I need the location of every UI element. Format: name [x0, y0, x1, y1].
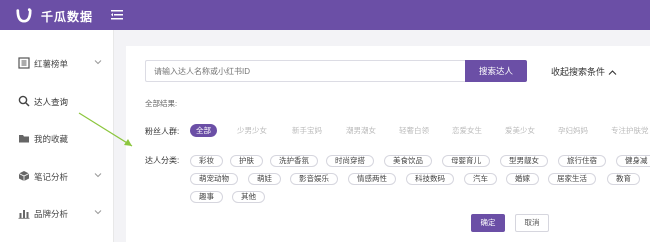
fans-option[interactable]: 潮男潮女 [340, 124, 382, 137]
category-chip[interactable]: 科技数码 [406, 173, 454, 185]
category-chip[interactable]: 教育 [607, 173, 640, 185]
category-chip[interactable]: 健身减 [616, 155, 650, 167]
search-panel: 搜索达人 收起搜索条件 全部结果: 粉丝人群: 全部 少男少女 新手宝妈 潮男潮… [126, 46, 650, 242]
bar-chart-icon [18, 210, 30, 219]
category-chip[interactable]: 影音娱乐 [290, 173, 338, 185]
category-chip[interactable]: 居家生活 [548, 173, 596, 185]
all-results-label: 全部结果: [145, 99, 178, 108]
sidebar: 红薯榜单 达人查询 我的收藏 笔记分析 品牌分析 [0, 30, 114, 242]
category-chip[interactable]: 彩妆 [190, 155, 223, 167]
sidebar-item-brand-analysis[interactable]: 品牌分析 [0, 203, 114, 223]
category-chip[interactable]: 母婴育儿 [442, 155, 490, 167]
fans-option[interactable]: 新手宝妈 [286, 124, 328, 137]
category-chip[interactable]: 萌宠动物 [190, 173, 238, 185]
logo-icon [16, 8, 32, 23]
category-chip[interactable]: 婚嫁 [506, 173, 539, 185]
sidebar-item-label: 品牌分析 [34, 209, 69, 219]
chevron-down-icon [94, 173, 102, 178]
fans-option[interactable]: 爱美少女 [499, 124, 541, 137]
main-content: 搜索达人 收起搜索条件 全部结果: 粉丝人群: 全部 少男少女 新手宝妈 潮男潮… [114, 30, 650, 242]
category-chip[interactable]: 情感两性 [348, 173, 396, 185]
fans-option[interactable]: 恋爱女生 [446, 124, 488, 137]
category-chip[interactable]: 洗护香氛 [270, 155, 318, 167]
category-chip[interactable]: 美食饮品 [384, 155, 432, 167]
category-chip[interactable]: 型男靓女 [500, 155, 548, 167]
fans-option[interactable]: 孕妇妈妈 [552, 124, 594, 137]
category-chip[interactable]: 时尚穿搭 [326, 155, 374, 167]
chevron-up-icon [608, 70, 617, 76]
sidebar-item-rankings[interactable]: 红薯榜单 [0, 53, 114, 73]
search-input[interactable] [145, 60, 465, 82]
category-chip[interactable]: 汽车 [464, 173, 497, 185]
collapse-filters-toggle[interactable]: 收起搜索条件 [551, 65, 617, 78]
search-button[interactable]: 搜索达人 [465, 60, 527, 82]
fans-option[interactable]: 专注护肤党 [605, 124, 650, 137]
confirm-button[interactable]: 确定 [471, 214, 505, 232]
category-chip[interactable]: 护肤 [230, 155, 263, 167]
chevron-down-icon [94, 60, 102, 65]
top-navigation-bar: 千瓜数据 [0, 0, 650, 30]
category-chip[interactable]: 趣事 [190, 191, 223, 203]
fans-option-all[interactable]: 全部 [190, 124, 217, 137]
sidebar-item-label: 达人查询 [34, 97, 69, 107]
cube-icon [18, 171, 30, 181]
sidebar-item-favorites[interactable]: 我的收藏 [0, 128, 114, 148]
brand-name: 千瓜数据 [41, 10, 94, 24]
sidebar-item-label: 红薯榜单 [34, 59, 69, 69]
category-chip[interactable]: 旅行住宿 [558, 155, 606, 167]
folder-icon [19, 135, 29, 143]
menu-toggle-icon[interactable] [111, 9, 123, 21]
list-icon [18, 57, 30, 69]
category-chip[interactable]: 萌娃 [248, 173, 281, 185]
cancel-button[interactable]: 取消 [515, 214, 549, 232]
category-label: 达人分类: [145, 156, 180, 165]
category-chip[interactable]: 其他 [232, 191, 265, 203]
sidebar-item-label: 我的收藏 [34, 134, 69, 144]
chevron-down-icon [94, 210, 102, 215]
fans-option[interactable]: 轻奢白领 [393, 124, 435, 137]
sidebar-item-note-analysis[interactable]: 笔记分析 [0, 166, 114, 186]
fans-option[interactable]: 少男少女 [231, 124, 273, 137]
sidebar-item-influencer-search[interactable]: 达人查询 [0, 91, 114, 111]
fans-label: 粉丝人群: [145, 127, 180, 136]
sidebar-item-label: 笔记分析 [34, 172, 69, 182]
collapse-label: 收起搜索条件 [551, 67, 606, 77]
search-icon [18, 95, 30, 107]
